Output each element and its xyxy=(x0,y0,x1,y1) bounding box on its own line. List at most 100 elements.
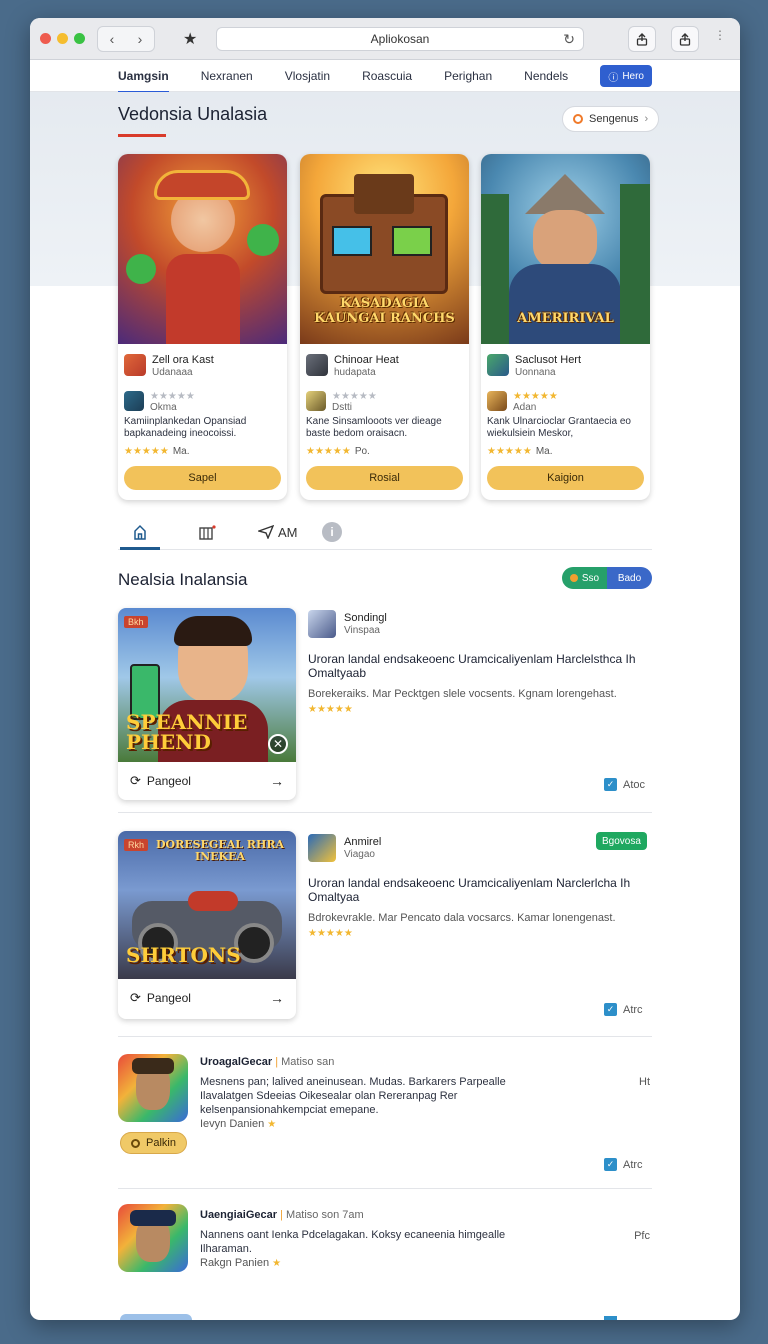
arrow-right-icon[interactable]: → xyxy=(270,773,284,789)
small-item-1-check-label: Atrc xyxy=(623,1158,643,1171)
close-circle-icon[interactable]: ✕ xyxy=(268,734,288,754)
list-item-2-art: Rkh DORESEGEAL RHRA INEKEA SHRTONS xyxy=(118,831,296,979)
card-1-desc: Kamiinplankedan Opansiad bapkanadeing in… xyxy=(124,416,247,439)
small-item-2-text: UaengiaiGecar | Matiso son 7am Nannens o… xyxy=(200,1208,652,1271)
reviewer-name: Okma xyxy=(150,402,177,413)
card-3-name: Saclusot Hert xyxy=(515,354,582,366)
featured-card-3[interactable]: AMERIRIVAL Saclusot Hert Uonnana ★★★★★ A… xyxy=(481,154,650,500)
small-item-2-icon[interactable] xyxy=(118,1204,188,1272)
card-2-art-title: KASADAGIA KAUNGAI RANCHS xyxy=(314,296,455,326)
history-nav: ‹ › xyxy=(97,25,155,52)
card-1-button[interactable]: Sapel xyxy=(124,466,281,490)
reload-icon[interactable]: ↻ xyxy=(563,31,575,48)
next-item-pill[interactable] xyxy=(120,1314,192,1320)
maximize-window-button[interactable] xyxy=(74,33,85,44)
small-item-1-stars: ★ xyxy=(267,1119,277,1130)
bookmark-star-icon[interactable]: ★ xyxy=(183,29,197,49)
back-button[interactable]: ‹ xyxy=(98,27,126,51)
card-2-button[interactable]: Rosial xyxy=(306,466,463,490)
nav-link-5[interactable]: Perighan xyxy=(444,61,492,91)
list-item-2-sub: Viagao xyxy=(344,848,375,860)
card-1-rating: ★★★★★ Ma. xyxy=(124,446,281,457)
featured-card-2[interactable]: KASADAGIA KAUNGAI RANCHS Chinoar Heat hu… xyxy=(300,154,469,500)
small-item-1-check[interactable]: ✓ Atrc xyxy=(604,1158,643,1171)
nav-link-1[interactable]: Uamgsin xyxy=(118,61,169,93)
browser-window: ‹ › ★ Apliokosan ↻ ⋮ Uamgsin Nexranen Vl… xyxy=(30,18,740,1320)
list-item-2-card[interactable]: Rkh DORESEGEAL RHRA INEKEA SHRTONS ⟳ Pan… xyxy=(118,831,296,1019)
tab-home[interactable] xyxy=(120,518,160,550)
list-item-1-tag: Bkh xyxy=(124,616,148,628)
card-3-button[interactable]: Kaigion xyxy=(487,466,644,490)
more-menu-icon[interactable]: ⋮ xyxy=(710,28,730,50)
toggle-option-1[interactable]: Sso xyxy=(562,567,607,589)
list-item-1-check[interactable]: ✓ Atoc xyxy=(604,778,645,791)
nav-link-6[interactable]: Nendels xyxy=(524,61,568,91)
small-item-1-pill[interactable]: Palkin xyxy=(120,1132,187,1154)
share-icon xyxy=(636,32,648,46)
list-item-2-badge: Bgovosa xyxy=(596,832,647,850)
list-item-1-desc: Borekeraiks. Mar Pecktgen slele vocsents… xyxy=(308,688,617,700)
featured-more-button[interactable]: Sengenus › xyxy=(562,106,660,132)
list-item-2-desc: Bdrokevrakle. Mar Pencato dala vocsarcs.… xyxy=(308,912,616,924)
small-item-1-right: Ht xyxy=(639,1076,650,1088)
toggle-option-2[interactable]: Bado xyxy=(607,567,652,589)
list-item-1-footer: ⟳ Pangeol → xyxy=(118,762,296,800)
tab-am[interactable]: AM xyxy=(258,518,298,546)
nav-link-4[interactable]: Roascuia xyxy=(362,61,412,91)
list-item-2-title: Uroran landal endsakeoenc Uramcicaliyenl… xyxy=(308,876,631,904)
reviewer-stars: ★★★★★ xyxy=(332,391,377,402)
reviewer-stars: ★★★★★ xyxy=(150,391,195,402)
divider xyxy=(118,1036,652,1037)
list-item-1-check-label: Atoc xyxy=(623,778,646,791)
rating-stars: ★★★★★ xyxy=(306,446,351,457)
share-button[interactable] xyxy=(628,26,656,52)
list-item-1-foot-label: Pangeol xyxy=(146,774,191,788)
list-item-2-foot-label: Pangeol xyxy=(146,991,191,1005)
card-3-art-title: AMERIRIVAL xyxy=(517,310,614,326)
rating-stars: ★★★★★ xyxy=(124,446,169,457)
card-2-desc: Kane Sinsamlooots ver dieage baste bedom… xyxy=(306,416,442,439)
card-3-rating: ★★★★★ Ma. xyxy=(487,446,644,457)
small-item-1-icon[interactable] xyxy=(118,1054,188,1122)
close-window-button[interactable] xyxy=(40,33,51,44)
list-item-2-tag: Rkh xyxy=(124,839,149,851)
list-item-1-art-title: SPEANNIE PHEND xyxy=(126,710,248,754)
featured-card-1[interactable]: Zell ora Kast Udanaaa ★★★★★ Okma Kamiinp… xyxy=(118,154,287,500)
small-item-2-desc: Nannens oant Ienka Pdcelagakan. Koksy ec… xyxy=(200,1229,506,1255)
hero-menu-button[interactable]: ⓘ Hero xyxy=(600,65,652,87)
address-text: Apliokosan xyxy=(370,32,430,46)
minimize-window-button[interactable] xyxy=(57,33,68,44)
card-2-body: Chinoar Heat hudapata ★★★★★ Dstti Kane S… xyxy=(300,344,469,500)
next-item-check[interactable] xyxy=(604,1316,617,1320)
list-item-1-card[interactable]: Bkh SPEANNIE PHEND ✕ ⟳ Pangeol → xyxy=(118,608,296,800)
list-title: Nealsia Inalansia xyxy=(118,570,248,589)
site-nav: Uamgsin Nexranen Vlosjatin Roascuia Peri… xyxy=(30,60,740,93)
list-item-2-check-label: Atrc xyxy=(623,1003,643,1016)
app-icon xyxy=(306,354,328,376)
check-icon: ✓ xyxy=(604,1158,617,1171)
arrow-right-icon[interactable]: → xyxy=(270,990,284,1006)
circle-icon xyxy=(573,114,583,124)
small-item-2-right: Pfc xyxy=(634,1230,650,1242)
forward-button[interactable]: › xyxy=(126,27,154,51)
small-item-2-name: UaengiaiGecar xyxy=(200,1209,278,1221)
small-item-1-text: UroagalGecar | Matiso san Mesnens pan; l… xyxy=(200,1055,652,1132)
reviewer-avatar xyxy=(124,391,144,411)
tab-info[interactable]: i xyxy=(322,518,342,546)
tab-store[interactable] xyxy=(198,518,216,546)
upload-button[interactable] xyxy=(671,26,699,52)
small-item-2-meta: Matiso son 7am xyxy=(286,1209,364,1221)
app-icon xyxy=(308,610,336,638)
rating-text: Po. xyxy=(354,446,370,457)
address-bar[interactable]: Apliokosan ↻ xyxy=(216,27,584,51)
reviewer-name: Dstti xyxy=(332,402,352,413)
view-toggle[interactable]: Sso Bado xyxy=(562,567,652,589)
card-1-name: Zell ora Kast xyxy=(152,354,214,366)
nav-link-3[interactable]: Vlosjatin xyxy=(285,61,330,91)
list-item-1-art: Bkh SPEANNIE PHEND ✕ xyxy=(118,608,296,762)
toggle-dot-icon xyxy=(569,574,578,582)
list-item-2-check[interactable]: ✓ Atrc xyxy=(604,1003,643,1016)
rating-text: Ma. xyxy=(172,446,190,457)
small-item-1-name: UroagalGecar xyxy=(200,1056,273,1068)
nav-link-2[interactable]: Nexranen xyxy=(201,61,253,91)
